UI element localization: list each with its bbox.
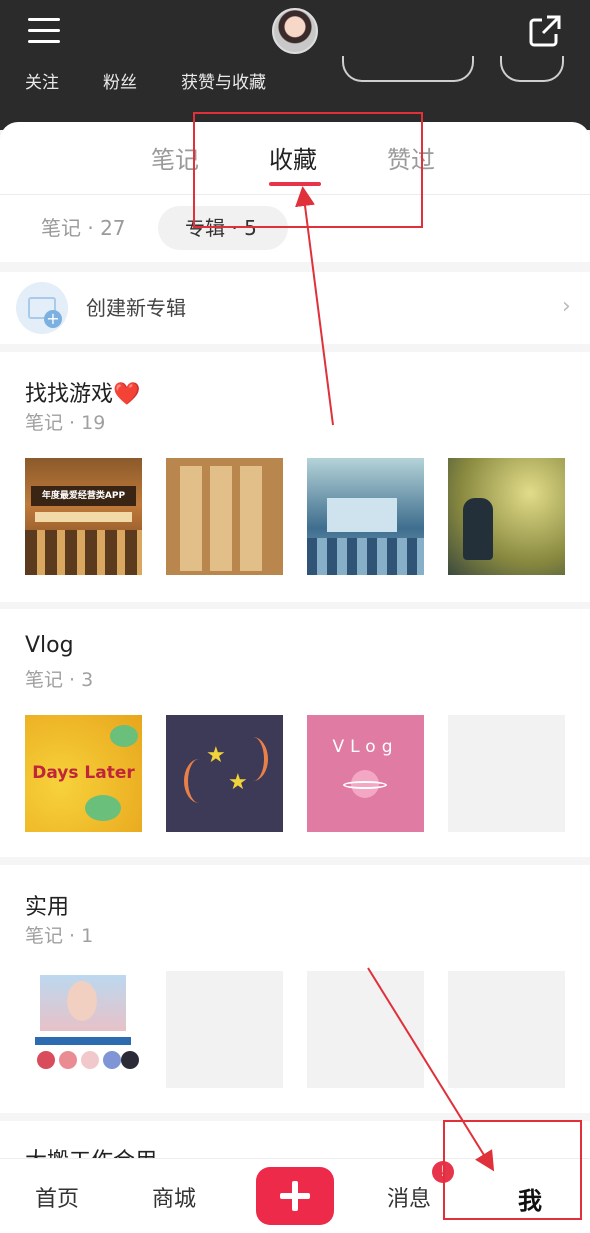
annotation-arrows bbox=[295, 186, 495, 1172]
arrow-to-me bbox=[367, 967, 495, 1172]
arrow-to-collections bbox=[295, 186, 334, 426]
